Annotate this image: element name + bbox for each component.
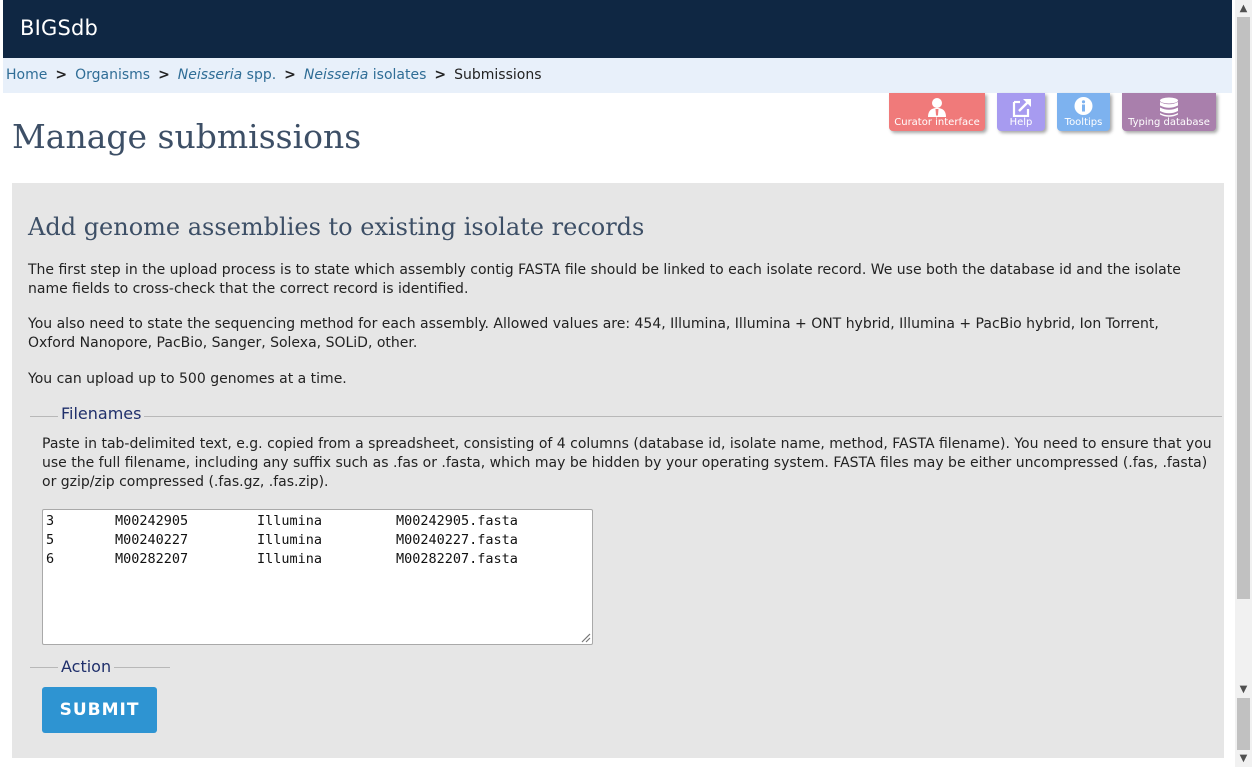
fasta-filename-cell: M00282207.fasta [396, 551, 518, 567]
db-id-cell: 3 [46, 513, 55, 529]
tooltips-label: Tooltips [1064, 117, 1103, 128]
breadcrumb-species-link[interactable]: Neisseria spp. [178, 67, 276, 83]
fasta-filename-cell: M00242905.fasta [396, 513, 518, 529]
submit-button[interactable]: SUBMIT [42, 687, 157, 733]
breadcrumb-isolates-link[interactable]: Neisseria isolates [304, 67, 426, 83]
method-paragraph: You also need to state the sequencing me… [28, 316, 1159, 351]
page-title: Manage submissions [12, 117, 362, 156]
isolate-name-cell: M00242905 [115, 513, 189, 529]
intro-paragraph: The first step in the upload process is … [28, 262, 1181, 297]
breadcrumb: Home > Organisms > Neisseria spp. > Neisseria … [3, 58, 1232, 93]
action-legend: Action [58, 657, 115, 676]
textarea-line: 6 M00282207 Illumina M00282207.fasta [46, 551, 518, 570]
breadcrumb-separator: > [55, 67, 68, 83]
breadcrumb-species-suffix: spp. [242, 67, 277, 83]
filenames-legend: Filenames [58, 404, 145, 423]
breadcrumb-separator: > [284, 67, 296, 83]
method-cell: Illumina [257, 551, 323, 567]
curator-interface-label: Curator interface [894, 117, 980, 128]
scroll-up-arrow-icon[interactable]: ▲ [1235, 0, 1252, 17]
breadcrumb-species-genus: Neisseria [177, 67, 243, 83]
panel-heading: Add genome assemblies to existing isolat… [28, 213, 645, 241]
filenames-textarea[interactable]: 3 M00242905 Illumina M00242905.fasta 5 M… [42, 509, 593, 645]
site-brand[interactable]: BIGSdb [20, 16, 98, 40]
breadcrumb-isolates-suffix: isolates [368, 67, 427, 83]
resize-grip-icon[interactable] [579, 631, 591, 643]
info-icon [1074, 97, 1093, 115]
breadcrumb-trail: Home > Organisms > Neisseria spp. > Neisseria … [6, 67, 542, 83]
db-id-cell: 6 [46, 551, 55, 567]
tooltips-button[interactable]: Tooltips [1057, 93, 1110, 131]
app-window: BIGSdb Home > Organisms > Neisseria spp. > Nei… [3, 0, 1232, 767]
breadcrumb-isolates-genus: Neisseria [303, 67, 369, 83]
scroll-bottom-arrow-icon[interactable]: ▼ [1235, 750, 1252, 767]
fasta-filename-cell: M00240227.fasta [396, 532, 518, 548]
breadcrumb-separator: > [158, 67, 170, 83]
db-id-cell: 5 [46, 532, 55, 548]
scroll-down-arrow-icon[interactable]: ▼ [1235, 681, 1252, 698]
filenames-fieldset-border [30, 416, 1222, 417]
method-cell: Illumina [257, 532, 323, 548]
limit-paragraph: You can upload up to 500 genomes at a ti… [28, 371, 347, 387]
action-fieldset-border-right [112, 667, 170, 668]
scrollbar-thumb-lower[interactable] [1237, 698, 1250, 750]
vertical-scrollbar[interactable]: ▲ ▼ ▼ [1235, 0, 1252, 767]
site-header: BIGSdb [3, 0, 1232, 58]
isolate-name-cell: M00282207 [115, 551, 189, 567]
breadcrumb-organisms-link[interactable]: Organisms [75, 67, 150, 83]
scrollbar-thumb[interactable] [1237, 17, 1250, 599]
curator-interface-button[interactable]: Curator interface [889, 93, 985, 131]
breadcrumb-current: Submissions [454, 67, 542, 83]
filenames-instructions: Paste in tab-delimited text, e.g. copied… [42, 436, 1212, 490]
database-icon [1160, 97, 1178, 117]
help-label: Help [1009, 117, 1033, 128]
submission-panel: Add genome assemblies to existing isolat… [12, 183, 1224, 758]
typing-database-label: Typing database [1128, 117, 1210, 128]
textarea-line: 5 M00240227 Illumina M00240227.fasta [46, 532, 518, 551]
typing-database-button[interactable]: Typing database [1122, 93, 1216, 131]
external-link-icon [1012, 99, 1031, 117]
curator-user-icon [928, 98, 946, 117]
breadcrumb-home-link[interactable]: Home [6, 67, 47, 83]
breadcrumb-separator: > [434, 67, 447, 83]
method-cell: Illumina [257, 513, 323, 529]
help-button[interactable]: Help [997, 93, 1045, 131]
action-fieldset-border-left [30, 667, 60, 668]
textarea-line: 3 M00242905 Illumina M00242905.fasta [46, 513, 518, 532]
isolate-name-cell: M00240227 [115, 532, 189, 548]
